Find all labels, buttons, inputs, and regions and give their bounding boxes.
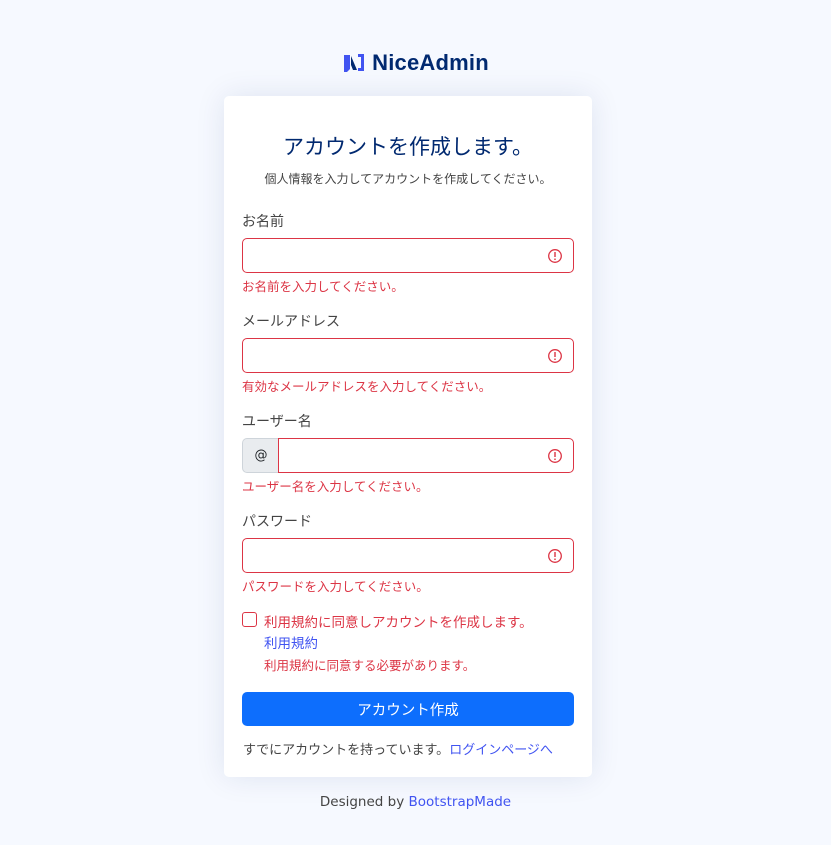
credits-text: Designed by [319,794,409,810]
logo[interactable]: NiceAdmin [0,48,831,78]
name-input[interactable] [242,238,574,273]
email-error: 有効なメールアドレスを入力してください。 [242,379,492,394]
page-subtitle: 個人情報を入力してアカウントを作成してください。 [264,172,552,186]
invalid-icon [548,549,562,563]
terms-error: 利用規約に同意する必要があります。 [264,658,476,673]
name-error: お名前を入力してください。 [242,279,404,294]
login-prompt-text: すでにアカウントを持っています。 [243,743,450,758]
invalid-icon [548,249,562,263]
password-label: パスワード [242,514,312,530]
email-input[interactable] [242,338,574,373]
name-label: お名前 [242,214,284,230]
username-prefix: @ [242,438,279,473]
credits: Designed by BootstrapMade [0,794,831,810]
terms-link[interactable]: 利用規約 [264,632,318,652]
register-card [224,96,592,777]
invalid-icon [548,349,562,363]
create-account-button[interactable]: アカウント作成 [242,692,574,726]
terms-checkbox[interactable] [242,612,257,627]
nice-admin-logo-icon [344,54,365,72]
invalid-icon [548,449,562,463]
login-prompt: すでにアカウントを持っています。ログインページへ [243,739,553,758]
username-input[interactable] [278,438,574,473]
password-input[interactable] [242,538,574,573]
page-title: アカウントを作成します。 [283,135,533,159]
login-link[interactable]: ログインページへ [449,743,553,758]
terms-checkbox-label[interactable]: 利用規約に同意しアカウントを作成します。 [264,611,533,631]
email-label: メールアドレス [242,314,340,330]
username-label: ユーザー名 [242,414,312,430]
password-error: パスワードを入力してください。 [242,579,429,594]
username-error: ユーザー名を入力してください。 [242,479,429,494]
logo-text: NiceAdmin [372,50,489,75]
bootstrapmade-link[interactable]: BootstrapMade [409,794,512,810]
